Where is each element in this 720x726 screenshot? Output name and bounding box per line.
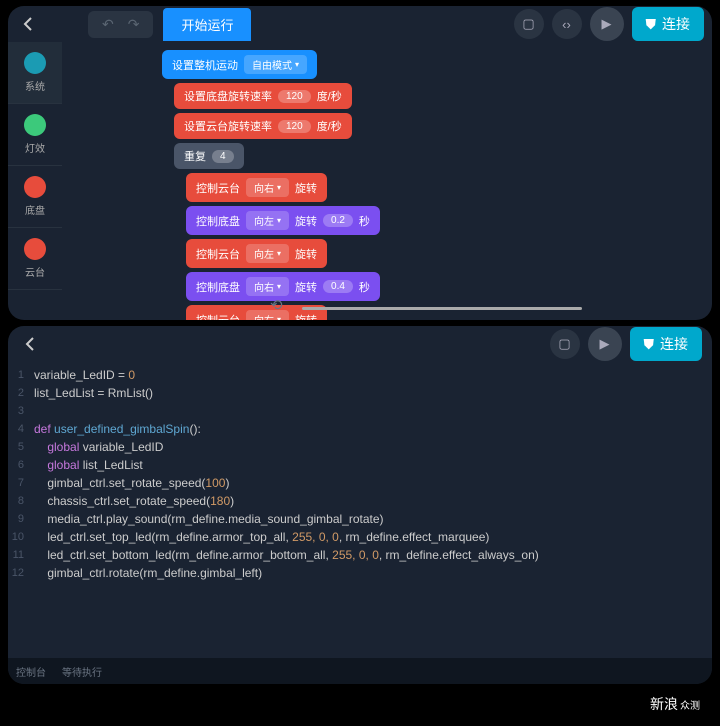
screen-icon-code[interactable]: ▢ bbox=[550, 329, 580, 359]
block-gimbal-right[interactable]: 控制云台向右旋转 bbox=[186, 173, 327, 202]
sidebar-item-gimbal[interactable]: 云台 bbox=[8, 228, 62, 290]
chassis-icon bbox=[24, 176, 46, 198]
block-gimbal-left[interactable]: 控制云台向左旋转 bbox=[186, 239, 327, 268]
code-area[interactable]: 1variable_LedID = 02list_LedList = RmLis… bbox=[8, 362, 712, 658]
connect-button[interactable]: ⛊连接 bbox=[632, 7, 705, 41]
category-sidebar: 系统 灯效 底盘 云台 bbox=[8, 42, 62, 320]
undo-icon[interactable]: ↶ bbox=[102, 16, 114, 33]
status-bar: 控制台 等待执行 bbox=[8, 658, 712, 684]
mode-dropdown[interactable]: 自由模式 bbox=[244, 55, 307, 74]
gimbal-icon bbox=[24, 238, 46, 260]
blocks-editor-panel: ↶ ↷ 开始运行 ▢ ‹› ▶ ⛊连接 系统 灯效 底盘 云台 设置整机运动自由… bbox=[8, 6, 712, 320]
block-chassis-speed[interactable]: 设置底盘旋转速率120度/秒 bbox=[174, 83, 352, 109]
block-repeat[interactable]: 重复4 bbox=[174, 143, 244, 169]
system-icon bbox=[24, 52, 46, 74]
play-icon[interactable]: ▶ bbox=[590, 7, 624, 41]
robot-icon: ⛊ bbox=[644, 336, 655, 353]
back-button-code[interactable] bbox=[18, 332, 42, 356]
play-icon-code[interactable]: ▶ bbox=[588, 327, 622, 361]
back-button[interactable] bbox=[16, 12, 40, 36]
block-set-robot-mode[interactable]: 设置整机运动自由模式 bbox=[162, 50, 317, 79]
blocks-canvas[interactable]: 设置整机运动自由模式 设置底盘旋转速率120度/秒 设置云台旋转速率120度/秒… bbox=[62, 42, 712, 320]
sidebar-item-light[interactable]: 灯效 bbox=[8, 104, 62, 166]
sidebar-item-system[interactable]: 系统 bbox=[8, 42, 62, 104]
code-toolbar: ▢ ▶ ⛊连接 bbox=[8, 326, 712, 362]
code-view-icon[interactable]: ‹› bbox=[552, 9, 582, 39]
block-chassis-left-02[interactable]: 控制底盘向左旋转0.2秒 bbox=[186, 206, 380, 235]
robot-icon: ⛊ bbox=[646, 16, 657, 33]
code-editor-panel: ▢ ▶ ⛊连接 1variable_LedID = 02list_LedList… bbox=[8, 326, 712, 684]
light-icon bbox=[24, 114, 46, 136]
horizontal-scrollbar[interactable] bbox=[302, 307, 582, 310]
start-run-button[interactable]: 开始运行 bbox=[163, 8, 251, 41]
redo-icon[interactable]: ↷ bbox=[128, 16, 140, 33]
waiting-label: 等待执行 bbox=[62, 664, 102, 679]
connect-button-code[interactable]: ⛊连接 bbox=[630, 327, 703, 361]
sidebar-item-chassis[interactable]: 底盘 bbox=[8, 166, 62, 228]
console-label[interactable]: 控制台 bbox=[16, 664, 46, 679]
top-toolbar: ↶ ↷ 开始运行 ▢ ‹› ▶ ⛊连接 bbox=[8, 6, 712, 42]
loop-icon: ⟲ bbox=[270, 296, 283, 314]
screen-icon[interactable]: ▢ bbox=[514, 9, 544, 39]
undo-redo-group: ↶ ↷ bbox=[88, 11, 153, 38]
block-gimbal-speed[interactable]: 设置云台旋转速率120度/秒 bbox=[174, 113, 352, 139]
watermark: 新浪众测 bbox=[650, 694, 700, 714]
